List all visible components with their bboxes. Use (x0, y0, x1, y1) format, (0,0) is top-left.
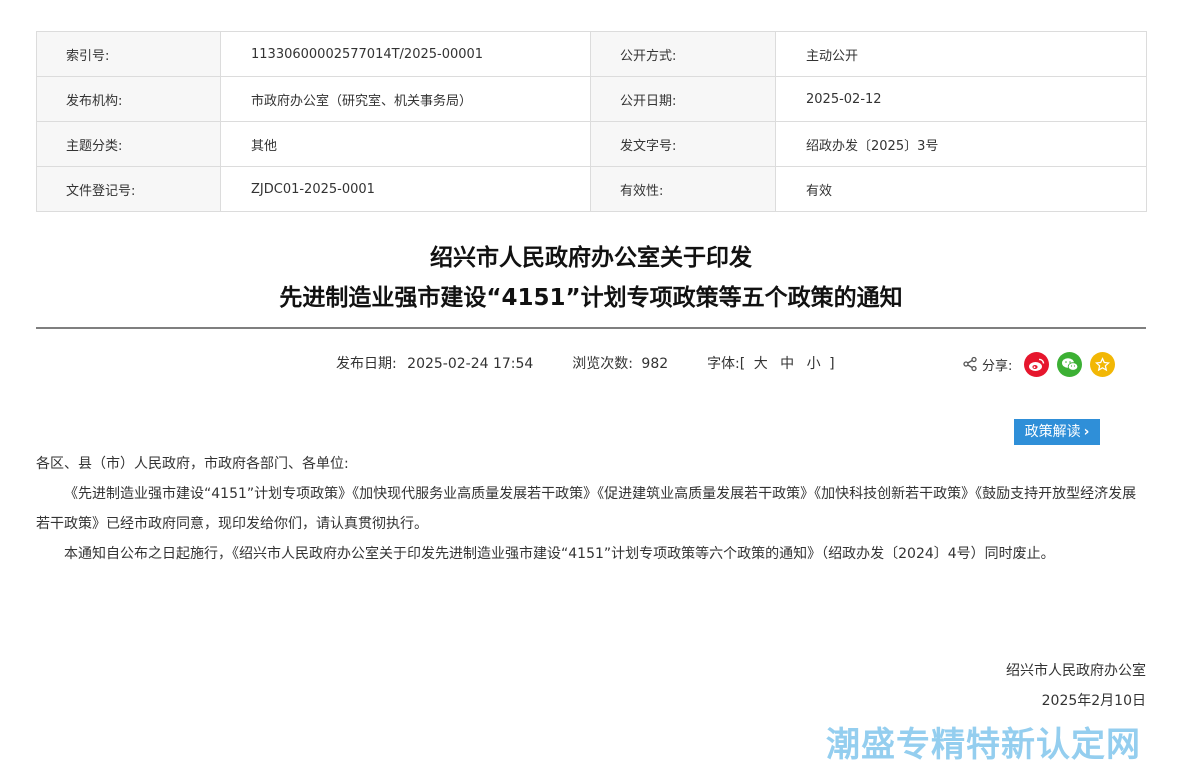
document-meta-table: 索引号: 11330600002577014T/2025-00001 公开方式:… (36, 31, 1147, 212)
font-size-large-button[interactable]: 大 (754, 353, 768, 375)
publish-date-value: 2025-02-24 17:54 (407, 356, 534, 372)
body-paragraph-1: 《先进制造业强市建设“4151”计划专项政策》《加快现代服务业高质量发展若干政策… (36, 486, 1137, 532)
meta-label-disclosure: 公开方式: (590, 31, 776, 77)
share-bar: 分享: (962, 350, 1123, 378)
meta-label-publisher: 发布机构: (36, 76, 221, 122)
view-count-value: 982 (641, 356, 669, 372)
body-paragraph-2: 本通知自公布之日起施行，《绍兴市人民政府办公室关于印发先进制造业强市建设“415… (64, 546, 1055, 562)
signature-block: 绍兴市人民政府办公室 2025年2月10日 (1006, 656, 1146, 716)
font-size-label: 字体:[ (707, 356, 746, 372)
meta-value-disclosure: 主动公开 (775, 31, 1147, 77)
signature-org: 绍兴市人民政府办公室 (1006, 663, 1146, 679)
meta-label-validity: 有效性: (590, 166, 776, 212)
article-info-bar: 发布日期: 2025-02-24 17:54 浏览次数: 982 字体:[ 大 … (336, 353, 835, 375)
font-size-bracket-end: ] (829, 356, 835, 372)
document-title-line-1: 绍兴市人民政府办公室关于印发 (430, 245, 752, 271)
policy-interpretation-label: 政策解读 (1024, 424, 1081, 440)
font-size-medium-button[interactable]: 中 (780, 353, 794, 375)
site-watermark: 潮盛专精特新认定网 (826, 725, 1141, 765)
meta-value-registration: ZJDC01-2025-0001 (220, 166, 591, 212)
share-favorite-button[interactable] (1090, 351, 1116, 377)
weibo-icon (1029, 358, 1045, 371)
meta-value-index: 11330600002577014T/2025-00001 (220, 31, 591, 77)
font-size-control: 字体:[ 大 中 小 ] (707, 353, 834, 375)
star-icon (1095, 356, 1111, 371)
meta-value-publisher: 市政府办公室（研究室、机关事务局） (220, 76, 591, 122)
meta-value-validity: 有效 (775, 166, 1147, 212)
meta-row: 文件登记号: ZJDC01-2025-0001 有效性: 有效 (36, 166, 1147, 212)
meta-label-category: 主题分类: (36, 121, 221, 167)
meta-label-registration: 文件登记号: (36, 166, 221, 212)
view-count-label: 浏览次数: (572, 356, 633, 372)
font-size-small-button[interactable]: 小 (807, 353, 821, 375)
meta-row: 索引号: 11330600002577014T/2025-00001 公开方式:… (36, 31, 1147, 77)
meta-value-category: 其他 (220, 121, 591, 167)
share-weibo-button[interactable] (1024, 351, 1050, 377)
meta-row: 发布机构: 市政府办公室（研究室、机关事务局） 公开日期: 2025-02-12 (36, 76, 1147, 122)
signature-date: 2025年2月10日 (1041, 693, 1146, 709)
meta-label-doc-number: 发文字号: (590, 121, 776, 167)
title-divider (36, 327, 1146, 329)
publish-date-label: 发布日期: (336, 356, 397, 372)
meta-row: 主题分类: 其他 发文字号: 绍政办发〔2025〕3号 (36, 121, 1147, 167)
document-title: 绍兴市人民政府办公室关于印发 先进制造业强市建设“4151”计划专项政策等五个政… (36, 238, 1146, 318)
wechat-icon (1061, 357, 1079, 371)
document-body: 各区、县（市）人民政府，市政府各部门、各单位: 《先进制造业强市建设“4151”… (36, 449, 1146, 569)
share-wechat-button[interactable] (1057, 351, 1083, 377)
meta-label-public-date: 公开日期: (590, 76, 776, 122)
meta-value-public-date: 2025-02-12 (775, 76, 1147, 122)
salutation: 各区、县（市）人民政府，市政府各部门、各单位: (36, 456, 349, 472)
share-icon (963, 356, 977, 372)
policy-interpretation-button[interactable]: 政策解读 › (1014, 419, 1100, 445)
share-label: 分享: (982, 358, 1013, 374)
document-title-line-2: 先进制造业强市建设“4151”计划专项政策等五个政策的通知 (279, 285, 903, 311)
meta-value-doc-number: 绍政办发〔2025〕3号 (775, 121, 1147, 167)
chevron-right-icon: › (1083, 424, 1090, 440)
meta-label-index: 索引号: (36, 31, 221, 77)
